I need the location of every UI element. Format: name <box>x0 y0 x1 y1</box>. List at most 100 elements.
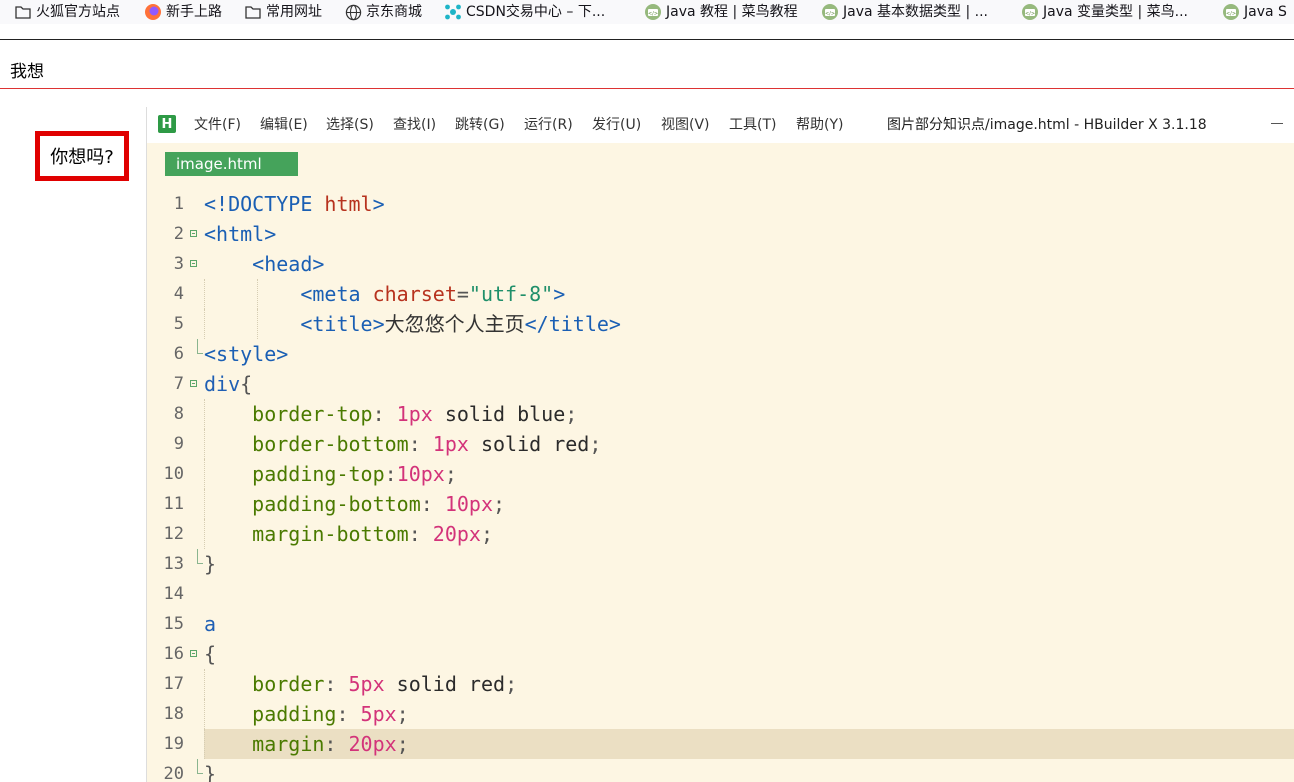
fold-toggle-icon[interactable] <box>190 650 197 657</box>
line-number: 1 <box>173 194 184 214</box>
globe-icon <box>344 3 362 21</box>
code-token: 20px <box>432 522 481 546</box>
code-line[interactable]: 6 <style> <box>147 339 1294 369</box>
code-text: } <box>204 549 216 579</box>
bookmark-item[interactable]: </> Java S <box>1222 0 1287 24</box>
menu-item[interactable]: 查找(I) <box>393 116 436 134</box>
runoob-icon: </> <box>821 3 839 21</box>
bookmark-item[interactable]: 常用网址 <box>244 0 322 24</box>
line-number: 20 <box>163 764 184 782</box>
menu-item[interactable]: 视图(V) <box>661 116 710 134</box>
line-number: 5 <box>173 314 184 334</box>
tab-image-html[interactable]: image.html <box>165 152 298 176</box>
code-line[interactable]: 14 <box>147 579 1294 609</box>
code-text: border-bottom: 1px solid red; <box>204 429 601 459</box>
menu-item[interactable]: 文件(F) <box>194 116 241 134</box>
svg-text:</>: </> <box>1025 11 1035 17</box>
code-line[interactable]: 9 border-bottom: 1px solid red; <box>147 429 1294 459</box>
line-number: 18 <box>163 704 184 724</box>
code-line[interactable]: 12 margin-bottom: 20px; <box>147 519 1294 549</box>
code-text: { <box>204 639 216 669</box>
bookmark-label: Java S <box>1244 4 1287 20</box>
bookmark-item[interactable]: CSDN交易中心 – 下... <box>444 0 605 24</box>
code-token: 1px <box>396 402 433 426</box>
code-token: charset <box>372 282 457 306</box>
code-line[interactable]: 8 border-top: 1px solid blue; <box>147 399 1294 429</box>
code-text: border-top: 1px solid blue; <box>204 399 577 429</box>
bookmark-item[interactable]: </> Java 教程 | 菜鸟教程 <box>644 0 798 24</box>
bookmark-label: Java 变量类型 | 菜鸟... <box>1043 4 1188 20</box>
fold-toggle-icon[interactable] <box>190 380 197 387</box>
fold-toggle-icon[interactable] <box>190 260 197 267</box>
bookmark-item[interactable]: 京东商城 <box>344 0 422 24</box>
code-line[interactable]: 19 margin: 20px; <box>147 729 1294 759</box>
line-number: 17 <box>163 674 184 694</box>
runoob-icon: </> <box>644 3 662 21</box>
code-text: <html> <box>204 219 276 249</box>
fold-toggle-icon[interactable] <box>190 230 197 237</box>
menu-item[interactable]: 选择(S) <box>326 116 374 134</box>
code-text: <!DOCTYPE html> <box>204 189 385 219</box>
code-text: margin-bottom: 20px; <box>204 519 493 549</box>
code-line[interactable]: 13} <box>147 549 1294 579</box>
code-line[interactable]: 3 <head> <box>147 249 1294 279</box>
menu-item[interactable]: 工具(T) <box>729 116 776 134</box>
bookmark-item[interactable]: 火狐官方站点 <box>14 0 120 24</box>
code-token: : <box>336 702 361 726</box>
code-token: <style> <box>204 342 289 366</box>
code-token: 10px <box>396 462 445 486</box>
bookmark-label: CSDN交易中心 – 下... <box>466 4 606 20</box>
menu-item[interactable]: 跳转(G) <box>455 116 505 134</box>
minimize-icon[interactable] <box>1271 123 1283 124</box>
code-text: <title>大忽悠个人主页</title> <box>204 309 621 339</box>
tab-bar: image.html <box>147 143 1294 183</box>
code-token: 5px <box>360 702 397 726</box>
code-line[interactable]: 15 a <box>147 609 1294 639</box>
code-line[interactable]: 5 <title>大忽悠个人主页</title> <box>147 309 1294 339</box>
code-token: <html> <box>204 222 277 246</box>
bookmark-item[interactable]: </> Java 基本数据类型 | ... <box>821 0 988 24</box>
code-line[interactable]: 10 padding-top:10px; <box>147 459 1294 489</box>
code-token: > <box>372 192 385 216</box>
code-text: a <box>204 609 216 639</box>
hbuilder-window: H 文件(F) 编辑(E) 选择(S) 查找(I) 跳转(G) 运行(R) 发行(U) 视图(… <box>146 107 1294 782</box>
code-token: border-top <box>204 402 373 426</box>
menu-item[interactable]: 编辑(E) <box>260 116 308 134</box>
code-token: > <box>553 282 566 306</box>
code-line[interactable]: 11 padding-bottom: 10px; <box>147 489 1294 519</box>
code-line[interactable]: 1 <!DOCTYPE html> <box>147 189 1294 219</box>
firefox-icon <box>144 3 162 21</box>
code-text: <meta charset="utf-8"> <box>204 279 565 309</box>
code-token: ; <box>396 702 409 726</box>
code-line[interactable]: 16 { <box>147 639 1294 669</box>
code-token: solid red <box>384 672 506 696</box>
line-number: 11 <box>163 494 184 514</box>
code-line[interactable]: 7 div{ <box>147 369 1294 399</box>
code-token: margin <box>204 732 325 756</box>
runoob-icon: </> <box>1021 3 1039 21</box>
bookmark-item[interactable]: </> Java 变量类型 | 菜鸟... <box>1021 0 1188 24</box>
code-line[interactable]: 17 border: 5px solid red; <box>147 669 1294 699</box>
code-text: padding-top:10px; <box>204 459 457 489</box>
code-token: </title> <box>524 312 621 336</box>
code-line[interactable]: 2 <html> <box>147 219 1294 249</box>
bookmark-item[interactable]: 新手上路 <box>144 0 222 24</box>
menu-item[interactable]: 发行(U) <box>592 116 641 134</box>
line-number: 3 <box>173 254 184 274</box>
code-token: : <box>324 672 349 696</box>
bordered-link[interactable]: 你想吗? <box>35 131 129 181</box>
code-token: border <box>204 672 325 696</box>
code-token: 10px <box>444 492 494 516</box>
menu-item[interactable]: 帮助(Y) <box>796 116 843 134</box>
code-token: = <box>456 282 469 306</box>
code-token: solid blue <box>432 402 566 426</box>
code-line[interactable]: 18 padding: 5px; <box>147 699 1294 729</box>
code-token: ; <box>565 402 578 426</box>
code-token: ; <box>396 732 409 756</box>
code-line[interactable]: 20} <box>147 759 1294 782</box>
line-number: 2 <box>173 224 184 244</box>
bookmarks-toolbar: 火狐官方站点 新手上路 常用网址 京东商城 CSDN交易中心 – 下... </> Java… <box>0 0 1294 24</box>
code-text: border: 5px solid red; <box>204 669 517 699</box>
code-line[interactable]: 4 <meta charset="utf-8"> <box>147 279 1294 309</box>
menu-item[interactable]: 运行(R) <box>524 116 573 134</box>
